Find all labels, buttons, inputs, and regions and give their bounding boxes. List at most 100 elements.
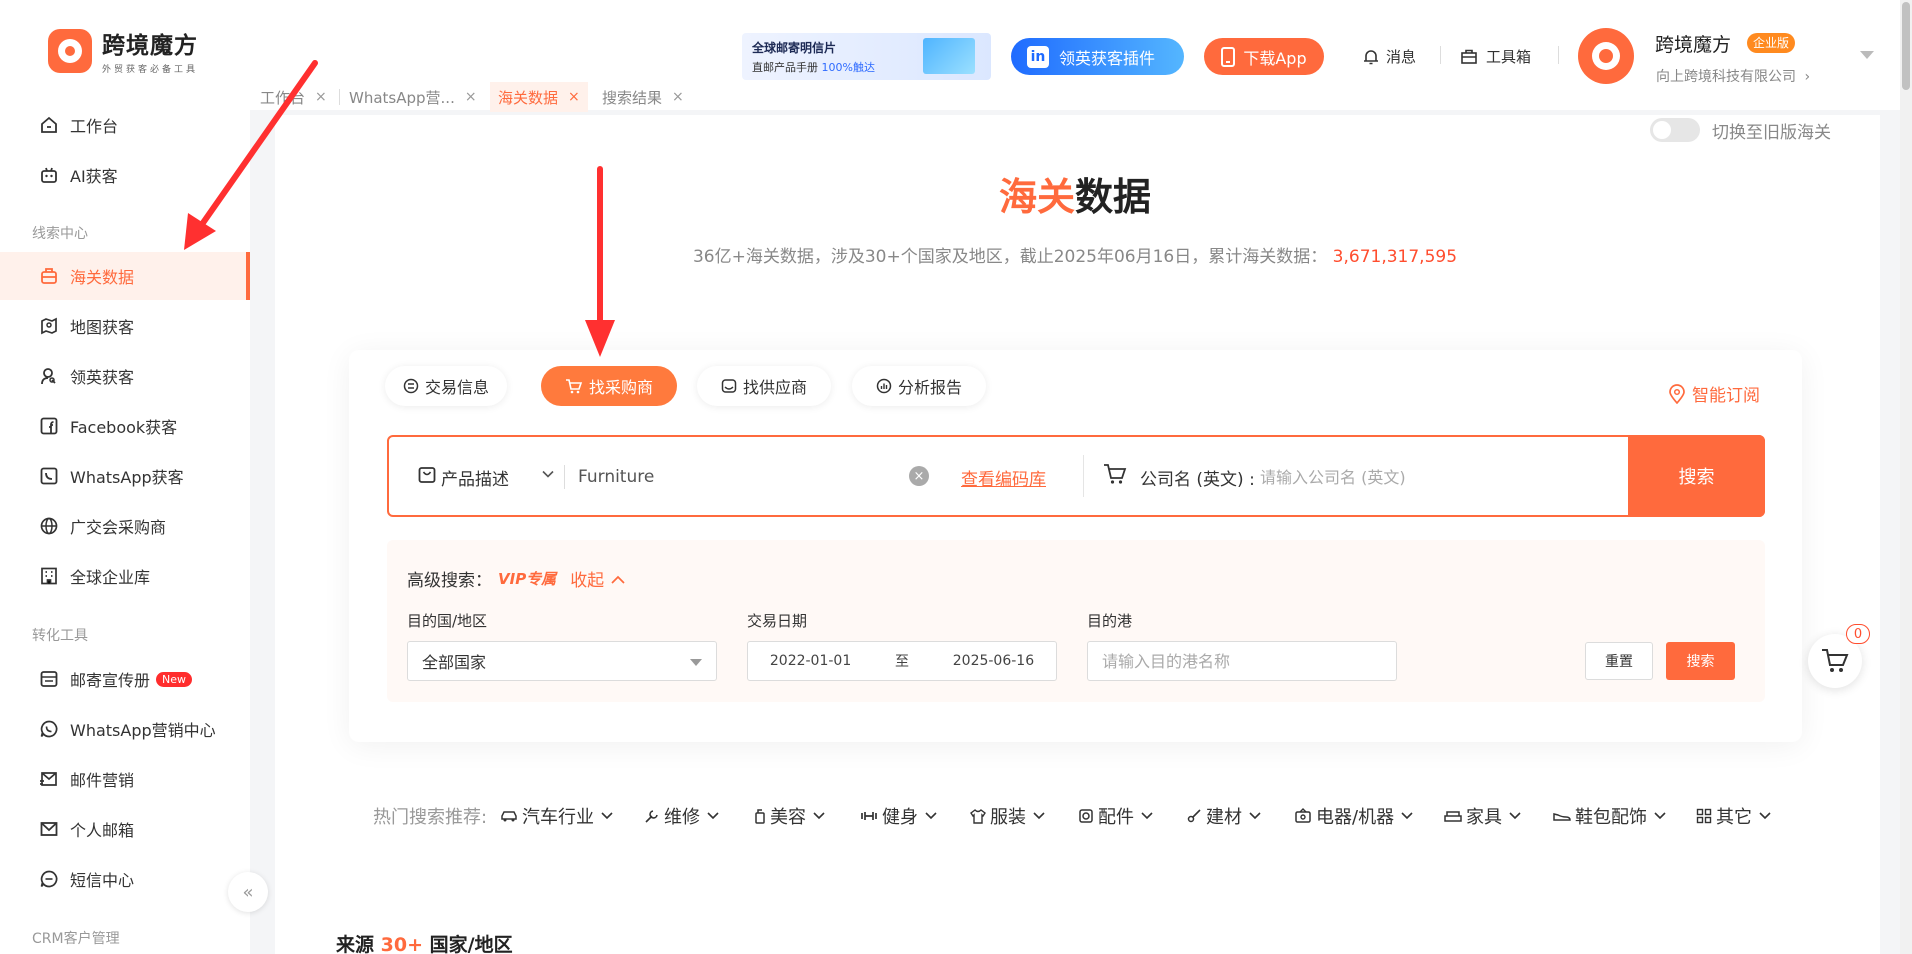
- date-from[interactable]: 2022-01-01: [770, 653, 851, 669]
- sidebar-item-linkedin[interactable]: 领英获客: [0, 352, 250, 400]
- messages-button[interactable]: 消息: [1362, 46, 1416, 67]
- tab-analysis-report[interactable]: 分析报告: [852, 366, 986, 406]
- search-divider: [564, 465, 565, 489]
- hot-item-repair[interactable]: 维修: [644, 803, 720, 829]
- hs-code-library-link[interactable]: 查看编码库: [961, 465, 1046, 490]
- country-select[interactable]: 全部国家: [407, 641, 717, 681]
- scrollbar-track[interactable]: [1900, 0, 1912, 954]
- date-to[interactable]: 2025-06-16: [953, 653, 1034, 669]
- sidebar-item-facebook[interactable]: Facebook获客: [0, 402, 250, 450]
- trade-icon: [403, 378, 419, 394]
- hot-item-auto[interactable]: 汽车行业: [500, 803, 614, 829]
- hot-item-shoes-bags[interactable]: 鞋包配饰: [1553, 803, 1667, 829]
- chevron-right-icon: ›: [1804, 69, 1811, 85]
- tab-find-buyers[interactable]: 找采购商: [541, 366, 677, 406]
- close-icon[interactable]: ×: [568, 89, 580, 105]
- linkedin-icon: in: [1027, 45, 1049, 68]
- map-icon: [38, 315, 60, 337]
- tab-whatsapp[interactable]: WhatsApp营... ×: [341, 82, 485, 112]
- linkedin-plugin-label: 领英获客插件: [1059, 48, 1156, 68]
- banner-image: [923, 38, 975, 74]
- tab-label: WhatsApp营...: [349, 88, 455, 107]
- shoe-icon: [1553, 813, 1571, 821]
- sidebar-item-whatsapp[interactable]: WhatsApp获客: [0, 452, 250, 500]
- tab-customs-data[interactable]: 海关数据 ×: [490, 82, 588, 112]
- caret-down-icon: [690, 659, 702, 666]
- old-version-toggle[interactable]: [1650, 118, 1700, 142]
- chevron-down-icon: [813, 812, 825, 820]
- close-icon[interactable]: ×: [465, 89, 477, 105]
- sidebar-section-leads: 线索中心: [32, 226, 88, 242]
- port-label: 目的港: [1087, 612, 1133, 630]
- tab-trade-info[interactable]: 交易信息: [385, 366, 507, 406]
- globe-icon: [38, 515, 60, 537]
- company-name-input[interactable]: [1260, 463, 1610, 491]
- search-button[interactable]: 搜索: [1628, 435, 1765, 517]
- sidebar-item-label: 全球企业库: [70, 568, 151, 587]
- sidebar-item-global-companies[interactable]: 全球企业库: [0, 552, 250, 600]
- close-icon[interactable]: ×: [672, 89, 684, 105]
- sidebar-collapse-button[interactable]: «: [228, 872, 268, 912]
- hot-item-label: 美容: [770, 807, 806, 828]
- sidebar-item-whatsapp-marketing[interactable]: WhatsApp营销中心: [0, 705, 250, 753]
- date-label: 交易日期: [747, 612, 808, 630]
- date-range-picker[interactable]: 2022-01-01 至 2025-06-16: [747, 641, 1057, 681]
- user-menu-caret-icon[interactable]: [1860, 51, 1874, 59]
- toolbox-button[interactable]: 工具箱: [1460, 46, 1531, 67]
- clear-input-icon[interactable]: ×: [909, 466, 929, 486]
- product-search-input[interactable]: [578, 463, 898, 491]
- sidebar-section-convert: 转化工具: [32, 628, 88, 644]
- collapse-advanced-button[interactable]: 收起: [570, 566, 625, 591]
- source-suffix: 国家/地区: [429, 934, 513, 954]
- advanced-search-button[interactable]: 搜索: [1666, 642, 1735, 680]
- linkedin-plugin-button[interactable]: in 领英获客插件: [1011, 38, 1184, 75]
- sidebar-item-label: 短信中心: [70, 871, 135, 890]
- sidebar-item-sms[interactable]: 短信中心: [0, 855, 250, 903]
- scrollbar-thumb[interactable]: [1902, 2, 1910, 90]
- smart-subscribe-link[interactable]: 智能订阅: [1668, 381, 1760, 406]
- hot-item-furniture[interactable]: 家具: [1444, 803, 1522, 829]
- hot-item-appliances[interactable]: 电器/机器: [1294, 803, 1414, 829]
- port-input[interactable]: [1102, 651, 1396, 671]
- sms-icon: [38, 868, 60, 890]
- subtitle-text: 36亿+海关数据，涉及30+个国家及地区，截止2025年06月16日，累计海关数…: [692, 247, 1328, 267]
- sidebar-item-canton-fair[interactable]: 广交会采购商: [0, 502, 250, 550]
- tab-label: 海关数据: [498, 88, 559, 107]
- old-version-toggle-label: 切换至旧版海关: [1712, 123, 1831, 143]
- hot-item-fitness[interactable]: 健身: [860, 803, 938, 829]
- user-company-name: 向上跨境科技有限公司: [1656, 69, 1796, 85]
- tab-search-results[interactable]: 搜索结果 ×: [594, 82, 692, 112]
- new-badge: New: [156, 671, 193, 687]
- chevron-down-icon[interactable]: [541, 467, 555, 481]
- postcard-banner[interactable]: 全球邮寄明信片 直邮产品手册 100%触达: [742, 33, 991, 80]
- sidebar-item-label: 地图获客: [70, 318, 135, 337]
- hot-item-building-materials[interactable]: 建材: [1186, 803, 1262, 829]
- port-field[interactable]: [1087, 641, 1397, 681]
- hot-item-beauty[interactable]: 美容: [754, 803, 826, 829]
- tab-divider: [339, 89, 340, 105]
- annotation-arrow-icon: [184, 60, 318, 250]
- sidebar-item-email-marketing[interactable]: 邮件营销: [0, 755, 250, 803]
- header-divider: [1558, 46, 1559, 64]
- total-records-count: 3,671,317,595: [1332, 247, 1458, 267]
- reset-button[interactable]: 重置: [1585, 642, 1653, 680]
- user-company[interactable]: 向上跨境科技有限公司 ›: [1656, 66, 1810, 86]
- avatar[interactable]: [1578, 28, 1634, 84]
- hot-item-others[interactable]: 其它: [1696, 803, 1772, 829]
- hot-item-apparel[interactable]: 服装: [970, 803, 1046, 829]
- mode-tab-label: 找采购商: [588, 378, 653, 397]
- hot-item-parts[interactable]: 配件: [1078, 803, 1154, 829]
- building-icon: [38, 565, 60, 587]
- tab-find-suppliers[interactable]: 找供应商: [697, 366, 831, 406]
- sidebar-item-brochure[interactable]: 邮寄宣传册 New: [0, 655, 250, 703]
- source-countries-heading: 来源 30+ 国家/地区: [336, 930, 513, 954]
- search-field-select[interactable]: 产品描述: [441, 465, 509, 490]
- sidebar-item-personal-mail[interactable]: 个人邮箱: [0, 805, 250, 853]
- enterprise-badge: 企业版: [1747, 33, 1796, 53]
- user-name[interactable]: 跨境魔方: [1655, 30, 1731, 57]
- sidebar-item-label: 领英获客: [70, 368, 135, 387]
- download-app-button[interactable]: 下载App: [1204, 38, 1324, 75]
- mode-tab-label: 找供应商: [742, 378, 807, 397]
- sidebar-item-map[interactable]: 地图获客: [0, 302, 250, 350]
- advanced-search-label: 高级搜索：: [407, 571, 492, 591]
